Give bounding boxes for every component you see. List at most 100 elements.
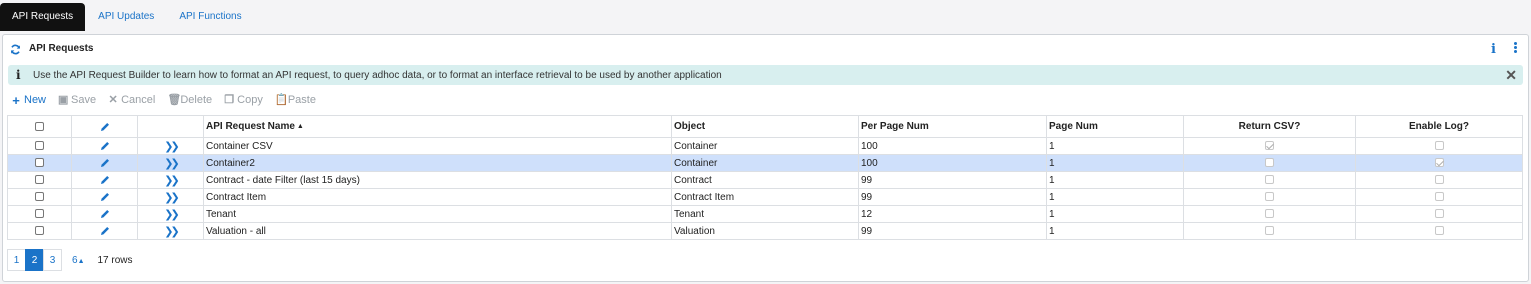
row-select-cell [7, 222, 72, 240]
cell-enable-log [1355, 137, 1523, 155]
paste-button[interactable]: 📋 Paste [275, 94, 316, 106]
double-chevron-right-icon[interactable]: ❯❯ [164, 191, 180, 204]
expand-header-cell [137, 115, 204, 138]
column-header-per-page[interactable]: Per Page Num [858, 115, 1047, 138]
cell-per-page[interactable]: 100 [858, 137, 1047, 155]
row-edit-cell [71, 154, 138, 172]
double-chevron-right-icon[interactable]: ❯❯ [164, 225, 180, 238]
page-3-button[interactable]: 3 [43, 249, 62, 271]
tab-api-updates[interactable]: API Updates [86, 3, 166, 31]
cell-enable-log [1355, 188, 1523, 206]
select-all-cell [7, 115, 72, 138]
cell-name[interactable]: Tenant [203, 205, 672, 223]
cell-name[interactable]: Contract Item [203, 188, 672, 206]
table-row[interactable]: ❯❯ Container CSV Container 100 1 [7, 137, 1523, 155]
table-row[interactable]: ❯❯ Tenant Tenant 12 1 [7, 205, 1523, 223]
pencil-icon[interactable] [99, 225, 111, 237]
cell-enable-log [1355, 222, 1523, 240]
double-chevron-right-icon[interactable]: ❯❯ [164, 208, 180, 221]
column-header-page-num[interactable]: Page Num [1046, 115, 1184, 138]
row-checkbox[interactable] [35, 192, 44, 202]
cell-page-num[interactable]: 1 [1046, 154, 1184, 172]
cell-name[interactable]: Contract - date Filter (last 15 days) [203, 171, 672, 189]
row-checkbox[interactable] [35, 158, 44, 168]
pencil-icon[interactable] [99, 191, 111, 203]
cell-per-page[interactable]: 99 [858, 171, 1047, 189]
info-icon[interactable]: i [1491, 42, 1496, 57]
row-edit-cell [71, 137, 138, 155]
tab-api-functions[interactable]: API Functions [167, 3, 253, 31]
table-row[interactable]: ❯❯ Contract - date Filter (last 15 days) C… [7, 171, 1523, 189]
paste-button-label: Paste [287, 94, 316, 106]
column-header-object[interactable]: Object [671, 115, 859, 138]
row-checkbox[interactable] [35, 209, 44, 219]
cell-object[interactable]: Contract Item [671, 188, 859, 206]
double-chevron-right-icon[interactable]: ❯❯ [164, 157, 180, 170]
page-2-button[interactable]: 2 [25, 249, 44, 271]
save-button[interactable]: ▣ Save [58, 94, 96, 106]
row-checkbox[interactable] [35, 141, 44, 151]
row-count: 17 rows [97, 254, 133, 266]
row-select-cell [7, 154, 72, 172]
new-button[interactable]: + New [11, 94, 46, 107]
cell-object[interactable]: Tenant [671, 205, 859, 223]
tab-api-requests[interactable]: API Requests [0, 3, 86, 31]
cell-page-num[interactable]: 1 [1046, 205, 1184, 223]
pencil-icon[interactable] [99, 157, 111, 169]
pencil-icon[interactable] [99, 140, 111, 152]
column-header-enable-log[interactable]: Enable Log? [1355, 115, 1523, 138]
cell-object[interactable]: Container [671, 137, 859, 155]
cell-object[interactable]: Contract [671, 171, 859, 189]
delete-button-label: Delete [180, 94, 213, 106]
row-select-cell [7, 205, 72, 223]
select-all-checkbox[interactable] [35, 121, 44, 131]
page-1-button[interactable]: 1 [7, 249, 26, 271]
pencil-icon[interactable] [99, 208, 111, 220]
copy-button[interactable]: ❐ Copy [224, 94, 263, 106]
cell-per-page[interactable]: 99 [858, 222, 1047, 240]
double-chevron-right-icon[interactable]: ❯❯ [164, 174, 180, 187]
cell-page-num[interactable]: 1 [1046, 188, 1184, 206]
trash-icon: 🗑 [167, 93, 182, 106]
refresh-icon[interactable] [10, 44, 21, 55]
cell-page-num[interactable]: 1 [1046, 222, 1184, 240]
paste-icon: 📋 [274, 93, 289, 106]
cell-name[interactable]: Container CSV [203, 137, 672, 155]
table-row[interactable]: ❯❯ Valuation - all Valuation 99 1 [7, 222, 1523, 240]
enable-log-checkbox [1434, 226, 1444, 236]
info-circle-icon: i [16, 68, 21, 82]
delete-button[interactable]: 🗑 Delete [167, 94, 212, 106]
toolbar: + New ▣ Save ✕ Cancel 🗑 Delete ❐ Copy 📋 … [11, 93, 328, 107]
row-checkbox[interactable] [35, 175, 44, 185]
column-header-name[interactable]: API Request Name ▲ [203, 115, 672, 138]
double-chevron-right-icon[interactable]: ❯❯ [164, 140, 180, 153]
return-csv-checkbox [1265, 226, 1274, 236]
row-checkbox[interactable] [35, 226, 44, 236]
enable-log-checkbox [1434, 158, 1444, 168]
cell-per-page[interactable]: 99 [858, 188, 1047, 206]
cancel-button[interactable]: ✕ Cancel [108, 94, 155, 106]
cell-per-page[interactable]: 100 [858, 154, 1047, 172]
cell-per-page[interactable]: 12 [858, 205, 1047, 223]
grid-header-row: API Request Name ▲ Object Per Page Num Pa… [7, 115, 1523, 138]
column-header-return-csv[interactable]: Return CSV? [1183, 115, 1356, 138]
cell-name[interactable]: Container2 [203, 154, 672, 172]
cell-page-num[interactable]: 1 [1046, 137, 1184, 155]
enable-log-checkbox [1434, 141, 1444, 151]
cell-object[interactable]: Valuation [671, 222, 859, 240]
page-size-dropdown[interactable]: 6▲ [72, 255, 85, 266]
info-banner: i Use the API Request Builder to learn h… [8, 65, 1523, 85]
row-edit-cell [71, 222, 138, 240]
tab-bar: API Requests API Updates API Functions [0, 3, 255, 31]
cell-name[interactable]: Valuation - all [203, 222, 672, 240]
kebab-menu-icon[interactable] [1512, 41, 1518, 55]
pencil-icon[interactable] [99, 174, 111, 186]
cell-page-num[interactable]: 1 [1046, 171, 1184, 189]
cell-object[interactable]: Container [671, 154, 859, 172]
table-row[interactable]: ❯❯ Contract Item Contract Item 99 1 [7, 188, 1523, 206]
pencil-icon[interactable] [99, 121, 111, 133]
row-select-cell [7, 188, 72, 206]
close-icon[interactable]: ✕ [1505, 67, 1517, 84]
table-row[interactable]: ❯❯ Container2 Container 100 1 [7, 154, 1523, 172]
edit-header-cell [71, 115, 138, 138]
